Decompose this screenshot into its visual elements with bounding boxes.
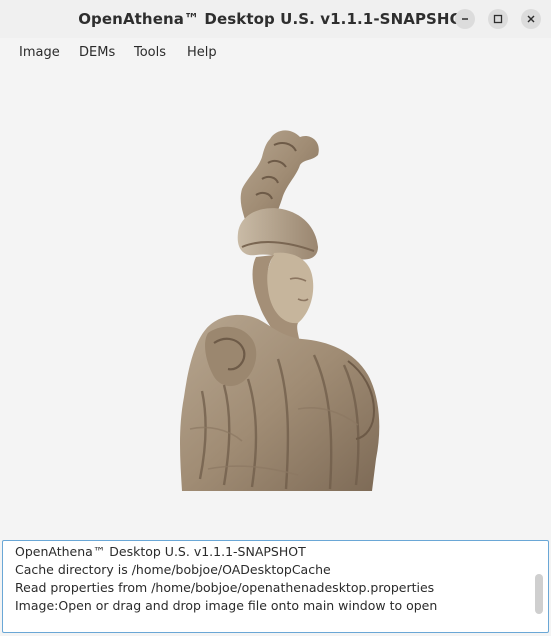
maximize-icon	[493, 14, 503, 24]
menu-tools[interactable]: Tools	[134, 38, 166, 67]
log-line: OpenAthena™ Desktop U.S. v1.1.1-SNAPSHOT	[15, 544, 306, 559]
close-button[interactable]	[521, 9, 541, 29]
maximize-button[interactable]	[488, 9, 508, 29]
log-panel[interactable]: OpenAthena™ Desktop U.S. v1.1.1-SNAPSHOT…	[2, 540, 549, 633]
title-bar[interactable]: OpenAthena™ Desktop U.S. v1.1.1-SNAPSHOT	[0, 0, 551, 39]
log-scrollbar[interactable]	[534, 545, 544, 629]
app-window: OpenAthena™ Desktop U.S. v1.1.1-SNAPSHOT…	[0, 0, 551, 636]
minimize-button[interactable]	[455, 9, 475, 29]
log-scrollbar-thumb[interactable]	[535, 574, 543, 614]
close-icon	[527, 15, 535, 23]
menu-dems[interactable]: DEMs	[79, 38, 115, 67]
menu-help[interactable]: Help	[187, 38, 217, 67]
minimize-icon	[462, 18, 468, 20]
menu-bar: Image DEMs Tools Help	[0, 38, 551, 68]
log-line: Read properties from /home/bobjoe/openat…	[15, 580, 435, 595]
image-canvas[interactable]	[0, 67, 551, 540]
log-line: Cache directory is /home/bobjoe/OADeskto…	[15, 562, 331, 577]
statue-image	[180, 130, 380, 491]
log-line: Image:Open or drag and drop image file o…	[15, 598, 438, 613]
menu-image[interactable]: Image	[19, 38, 60, 67]
